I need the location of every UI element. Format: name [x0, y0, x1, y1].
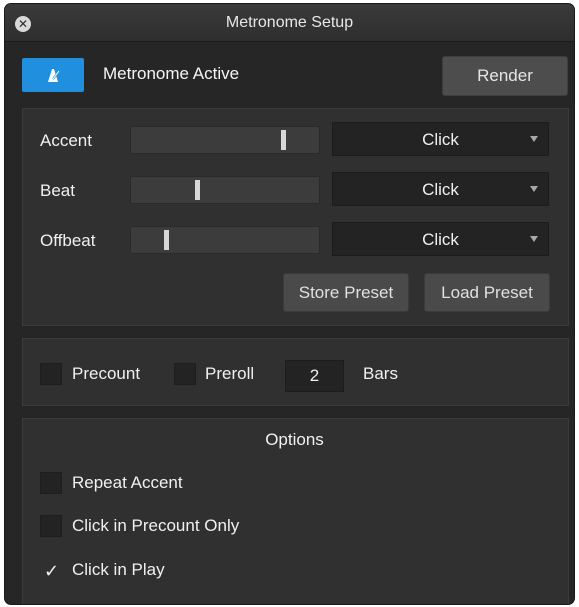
- checkmark-icon[interactable]: ✓: [44, 561, 59, 582]
- metronome-active-toggle[interactable]: [22, 58, 84, 92]
- offbeat-label: Offbeat: [40, 231, 96, 250]
- load-preset-button[interactable]: Load Preset: [424, 273, 550, 312]
- beat-slider-thumb[interactable]: [195, 180, 200, 200]
- preroll-label: Preroll: [205, 364, 255, 383]
- offbeat-level-slider[interactable]: [130, 226, 320, 254]
- chevron-down-icon: [530, 136, 538, 142]
- store-preset-button[interactable]: Store Preset: [283, 273, 409, 312]
- precount-checkbox[interactable]: [40, 363, 62, 385]
- accent-level-slider[interactable]: [130, 126, 320, 154]
- metronome-icon: [48, 69, 60, 82]
- options-title: Options: [265, 430, 324, 449]
- metronome-active-label: Metronome Active: [103, 64, 240, 83]
- preroll-bars-input[interactable]: 2: [285, 360, 344, 392]
- render-button[interactable]: Render: [442, 56, 568, 96]
- beat-label: Beat: [40, 181, 75, 200]
- click-in-precount-only-label: Click in Precount Only: [72, 516, 240, 535]
- chevron-down-icon: [530, 186, 538, 192]
- beat-level-slider[interactable]: [130, 176, 320, 204]
- precount-label: Precount: [72, 364, 141, 383]
- offbeat-slider-thumb[interactable]: [164, 230, 169, 250]
- repeat-accent-checkbox[interactable]: [40, 472, 62, 494]
- beat-sound-dropdown[interactable]: Click: [332, 172, 549, 206]
- accent-sound-value: Click: [422, 130, 459, 149]
- accent-slider-thumb[interactable]: [281, 130, 286, 150]
- window-title: Metronome Setup: [225, 14, 354, 31]
- click-in-precount-only-checkbox[interactable]: [40, 515, 62, 537]
- bars-label: Bars: [363, 364, 398, 383]
- title-bar: ✕ Metronome Setup: [5, 4, 574, 42]
- metronome-setup-window: ✕ Metronome Setup Metronome Active Rende…: [5, 4, 574, 604]
- beat-sound-value: Click: [422, 180, 459, 199]
- accent-label: Accent: [40, 131, 92, 150]
- chevron-down-icon: [530, 236, 538, 242]
- accent-sound-dropdown[interactable]: Click: [332, 122, 549, 156]
- offbeat-sound-dropdown[interactable]: Click: [332, 222, 549, 256]
- click-in-play-label: Click in Play: [72, 560, 165, 579]
- offbeat-sound-value: Click: [422, 230, 459, 249]
- preroll-checkbox[interactable]: [174, 363, 196, 385]
- repeat-accent-label: Repeat Accent: [72, 473, 183, 492]
